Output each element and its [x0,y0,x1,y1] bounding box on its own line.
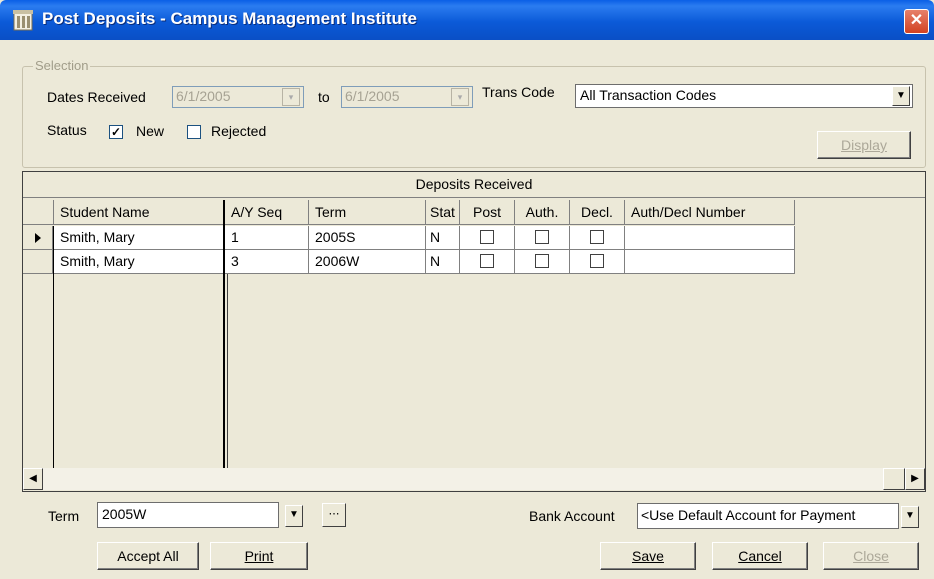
col-auth-decl-number[interactable]: Auth/Decl Number [625,200,795,225]
auth-checkbox[interactable] [535,254,549,268]
horizontal-scrollbar[interactable]: ◀ ▶ [23,468,925,490]
col-ay-seq[interactable]: A/Y Seq [225,200,309,225]
new-label: New [136,123,165,139]
row-selector[interactable] [23,226,53,250]
display-button[interactable]: Display [817,131,911,159]
term-select[interactable]: 2005W [97,502,279,528]
date-to-picker-icon[interactable]: ▾ [451,88,469,106]
to-label: to [318,89,330,105]
dates-received-label: Dates Received [47,89,146,105]
col-term[interactable]: Term [309,200,426,225]
frozen-column-divider [223,200,225,468]
new-checkbox[interactable]: ✓ [109,125,123,139]
cell-auth[interactable] [515,226,570,250]
col-auth[interactable]: Auth. [515,200,570,225]
close-icon[interactable]: ✕ [904,9,929,34]
ellipsis-icon[interactable]: ⋯ [322,503,346,527]
display-button-label: Display [841,137,887,153]
print-button-label: Print [244,548,274,564]
post-deposits-window: Post Deposits - Campus Management Instit… [0,0,934,579]
save-button-label: Save [632,548,664,564]
cancel-button[interactable]: Cancel [712,542,808,570]
cell-auth-decl-number[interactable] [625,250,795,274]
cell-auth-decl-number[interactable] [625,226,795,250]
app-icon [12,8,34,32]
row-selector[interactable] [23,250,53,274]
bank-account-dropdown-arrow-icon[interactable]: ▼ [901,506,919,528]
bank-account-select[interactable]: <Use Default Account for Payment [637,503,899,529]
close-button[interactable]: Close [823,542,919,570]
cell-decl[interactable] [570,226,625,250]
window-title: Post Deposits - Campus Management Instit… [42,9,417,28]
cell-stat[interactable]: N [426,226,460,250]
dropdown-arrow-icon[interactable]: ▼ [892,86,910,106]
cell-ay-seq[interactable]: 1 [225,226,309,250]
record-pointer-icon [35,233,41,243]
scroll-thumb[interactable] [883,468,905,490]
rejected-label: Rejected [211,123,267,139]
decl-checkbox[interactable] [590,230,604,244]
scroll-right-icon[interactable]: ▶ [905,468,925,490]
save-button[interactable]: Save [600,542,696,570]
selection-legend: Selection [33,58,91,73]
scroll-left-icon[interactable]: ◀ [23,468,43,490]
cell-student-name[interactable]: Smith, Mary [54,226,225,250]
selection-group [22,66,926,168]
cell-ay-seq[interactable]: 3 [225,250,309,274]
grid-caption: Deposits Received [23,172,925,198]
trans-code-label: Trans Code [482,84,555,100]
title-bar: Post Deposits - Campus Management Instit… [0,0,934,40]
cell-stat[interactable]: N [426,250,460,274]
deposits-grid[interactable]: Deposits Received Student Name A/Y Seq T… [22,171,926,492]
cell-term[interactable]: 2006W [309,250,426,274]
post-checkbox[interactable] [480,254,494,268]
col-post[interactable]: Post [460,200,515,225]
col-decl[interactable]: Decl. [570,200,625,225]
cancel-button-label: Cancel [738,548,782,564]
cell-auth[interactable] [515,250,570,274]
date-from-picker-icon[interactable]: ▾ [282,88,300,106]
auth-checkbox[interactable] [535,230,549,244]
row-selector-header [23,200,54,225]
term-dropdown-arrow-icon[interactable]: ▼ [285,505,303,527]
cell-term[interactable]: 2005S [309,226,426,250]
rejected-checkbox[interactable] [187,125,201,139]
frozen-column-divider-inner [227,274,228,468]
accept-all-button[interactable]: Accept All [97,542,199,570]
decl-checkbox[interactable] [590,254,604,268]
bank-account-label: Bank Account [529,508,615,524]
cell-student-name[interactable]: Smith, Mary [54,250,225,274]
col-student-name[interactable]: Student Name [54,200,225,225]
post-checkbox[interactable] [480,230,494,244]
col-stat[interactable]: Stat [426,200,460,225]
print-button[interactable]: Print [210,542,308,570]
cell-post[interactable] [460,250,515,274]
trans-code-select[interactable]: All Transaction Codes [575,84,913,108]
cell-post[interactable] [460,226,515,250]
row-header-divider [53,226,54,468]
close-button-label: Close [853,548,889,564]
status-label: Status [47,122,87,138]
cell-decl[interactable] [570,250,625,274]
term-label: Term [48,508,80,524]
